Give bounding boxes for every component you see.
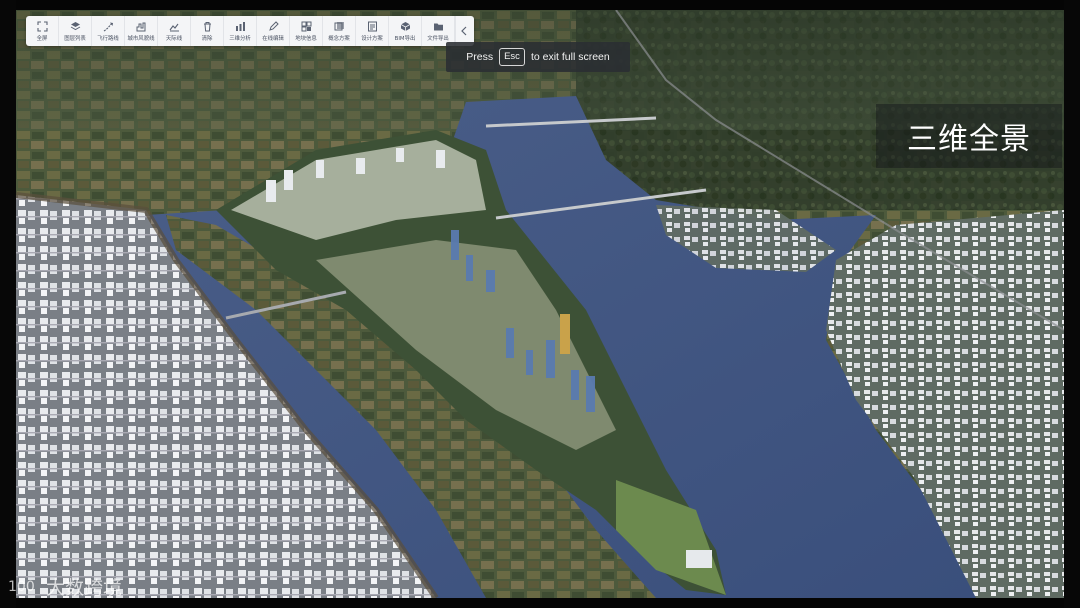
toolbar-button-design-plan[interactable]: 设计方案 bbox=[356, 16, 389, 46]
toolbar-button-label: BIM导出 bbox=[394, 36, 416, 42]
fullscreen-exit-hint: Press Esc to exit full screen bbox=[446, 42, 630, 72]
trash-icon bbox=[201, 20, 213, 32]
bim-export-icon bbox=[399, 20, 411, 32]
concept-plan-icon bbox=[333, 20, 345, 32]
toolbar-button-label: 清除 bbox=[201, 36, 213, 42]
design-plan-icon bbox=[366, 20, 378, 32]
toolbar-button-concept-plan[interactable]: 概念方案 bbox=[323, 16, 356, 46]
toolbar-button-skyline[interactable]: 天际线 bbox=[158, 16, 191, 46]
scene-title: 三维全景 bbox=[876, 104, 1062, 168]
top-border bbox=[0, 0, 1080, 10]
watermark: 100 大数跨境 bbox=[8, 572, 122, 600]
toolbar-button-label: 全屏 bbox=[36, 36, 48, 42]
hint-exit-text: to exit full screen bbox=[530, 51, 610, 63]
toolbar-button-parcel-info[interactable]: 地块信息 bbox=[290, 16, 323, 46]
toolbar-button-edit[interactable]: 在线编辑 bbox=[257, 16, 290, 46]
map-toolbar: 全屏 图层列表 飞行路线 城市风貌线 天际线 清除 三维分析 在线编辑 地块信息 概念方案 设计方案… bbox=[26, 16, 474, 46]
toolbar-button-layers[interactable]: 图层列表 bbox=[59, 16, 92, 46]
app-frame: 全屏 图层列表 飞行路线 城市风貌线 天际线 清除 三维分析 在线编辑 地块信息 概念方案 设计方案… bbox=[0, 0, 1080, 608]
folder-icon bbox=[432, 20, 444, 32]
toolbar-button-3d-analysis[interactable]: 三维分析 bbox=[224, 16, 257, 46]
svg-text:100: 100 bbox=[8, 579, 35, 595]
3d-map-viewport[interactable] bbox=[16, 10, 1064, 598]
layers-icon bbox=[69, 20, 81, 32]
toolbar-button-label: 图层列表 bbox=[64, 36, 86, 42]
toolbar-button-bim-export[interactable]: BIM导出 bbox=[389, 16, 422, 46]
toolbar-button-label: 文件导出 bbox=[427, 36, 449, 42]
toolbar-button-label: 城市风貌线 bbox=[127, 36, 155, 42]
toolbar-button-cityscape-line[interactable]: 城市风貌线 bbox=[125, 16, 158, 46]
toolbar-button-label: 在线编辑 bbox=[262, 36, 284, 42]
toolbar-button-flight-route[interactable]: 飞行路线 bbox=[92, 16, 125, 46]
left-border bbox=[0, 0, 16, 608]
fullscreen-icon bbox=[36, 20, 48, 32]
toolbar-button-label: 设计方案 bbox=[361, 36, 383, 42]
edit-icon bbox=[267, 20, 279, 32]
aerial-scene bbox=[16, 10, 1064, 598]
toolbar-button-label: 三维分析 bbox=[229, 36, 251, 42]
toolbar-button-label: 地块信息 bbox=[295, 36, 317, 42]
toolbar-button-label: 天际线 bbox=[165, 36, 183, 42]
chevron-left-icon bbox=[458, 25, 470, 37]
skyline-icon bbox=[168, 20, 180, 32]
toolbar-button-label: 飞行路线 bbox=[97, 36, 119, 42]
watermark-logo-icon: 100 bbox=[8, 579, 35, 595]
flight-route-icon bbox=[102, 20, 114, 32]
esc-key-badge: Esc bbox=[499, 48, 525, 66]
right-border bbox=[1064, 0, 1080, 608]
parcel-info-icon bbox=[300, 20, 312, 32]
watermark-text: 大数跨境 bbox=[46, 576, 123, 599]
bottom-border bbox=[0, 598, 1080, 608]
toolbar-button-fullscreen[interactable]: 全屏 bbox=[26, 16, 59, 46]
cityscape-line-icon bbox=[135, 20, 147, 32]
toolbar-button-label: 概念方案 bbox=[328, 36, 350, 42]
toolbar-button-trash[interactable]: 清除 bbox=[191, 16, 224, 46]
hint-press-text: Press bbox=[466, 51, 494, 63]
3d-analysis-icon bbox=[234, 20, 246, 32]
